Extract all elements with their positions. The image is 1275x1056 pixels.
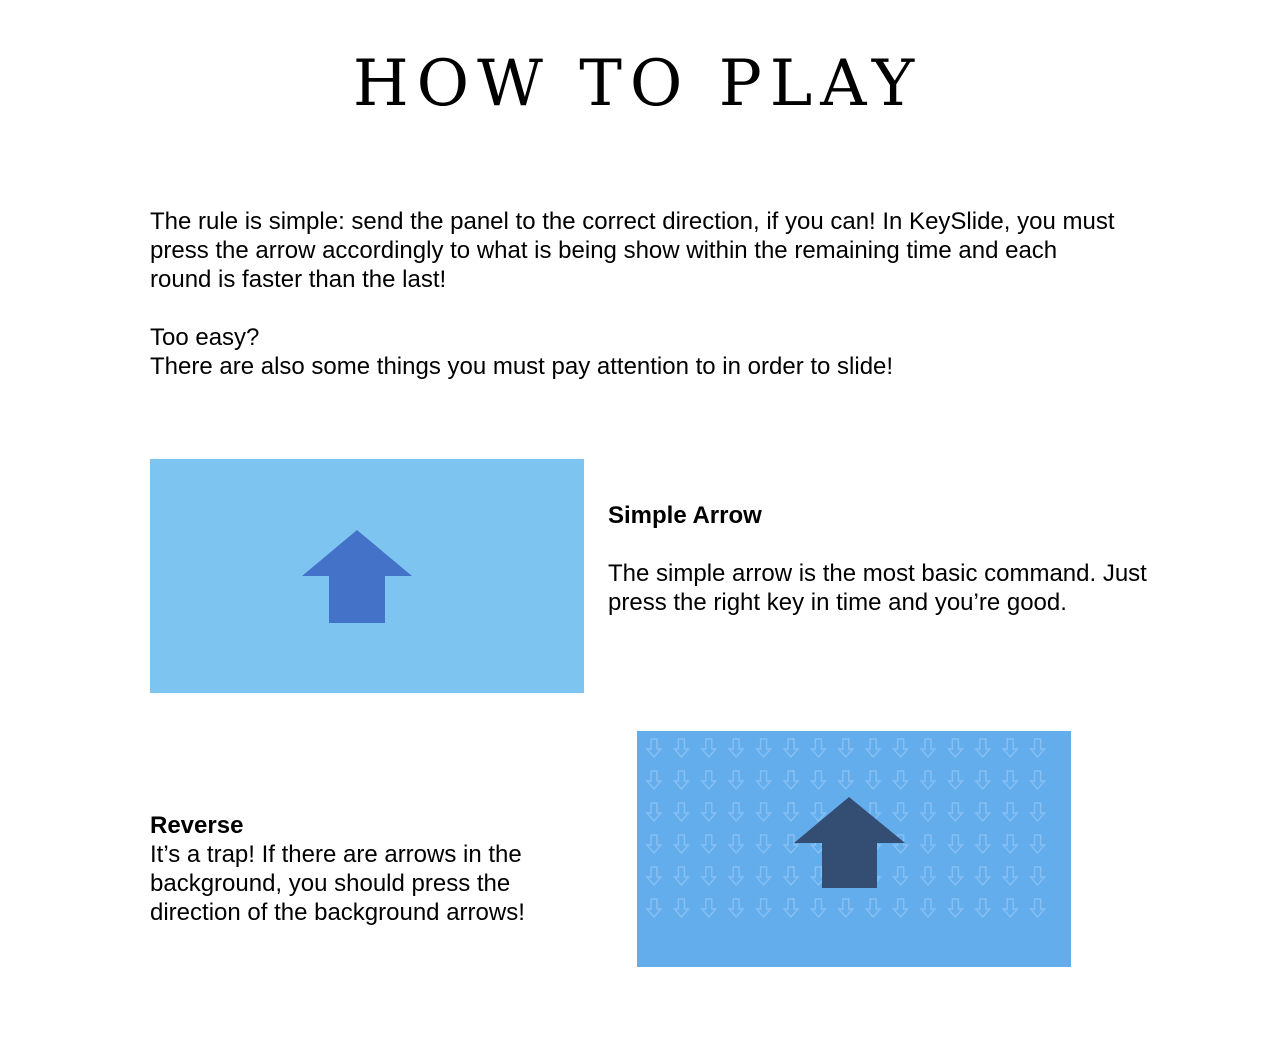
reverse-illustration: [645, 738, 1047, 919]
arrow-down-outline-icon: [672, 802, 690, 823]
arrow-down-outline-icon: [727, 802, 745, 823]
arrow-down-outline-icon: [919, 802, 937, 823]
arrow-down-outline-icon: [727, 834, 745, 855]
arrow-down-outline-icon: [837, 898, 855, 919]
arrow-down-outline-icon: [974, 898, 992, 919]
arrow-down-outline-icon: [892, 738, 910, 759]
arrow-down-outline-icon: [974, 866, 992, 887]
arrow-down-outline-icon: [1029, 738, 1047, 759]
arrow-down-outline-icon: [645, 898, 663, 919]
arrow-up-icon: [794, 797, 905, 888]
arrow-down-outline-icon: [755, 738, 773, 759]
arrow-down-outline-icon: [755, 898, 773, 919]
simple-arrow-section: Simple Arrow The simple arrow is the mos…: [608, 501, 1148, 617]
arrow-down-outline-icon: [755, 802, 773, 823]
arrow-down-outline-icon: [700, 770, 718, 791]
arrow-down-outline-icon: [727, 866, 745, 887]
arrow-down-outline-icon: [946, 770, 964, 791]
intro-question: Too easy?: [150, 324, 260, 351]
arrow-down-outline-icon: [946, 834, 964, 855]
arrow-down-outline-icon: [892, 802, 910, 823]
simple-arrow-illustration: [302, 530, 412, 623]
reverse-section: Reverse It’s a trap! If there are arrows…: [150, 811, 570, 927]
arrow-down-outline-icon: [700, 738, 718, 759]
reverse-heading: Reverse: [150, 812, 244, 839]
arrow-down-outline-icon: [1001, 738, 1019, 759]
reverse-description: It’s a trap! If there are arrows in the …: [150, 841, 525, 926]
arrow-down-outline-icon: [974, 802, 992, 823]
arrow-down-outline-icon: [1029, 866, 1047, 887]
arrow-down-outline-icon: [727, 738, 745, 759]
arrow-down-outline-icon: [645, 834, 663, 855]
arrow-down-outline-icon: [892, 770, 910, 791]
arrow-down-outline-icon: [645, 802, 663, 823]
arrow-down-outline-icon: [672, 738, 690, 759]
arrow-down-outline-icon: [782, 834, 800, 855]
arrow-down-outline-icon: [727, 770, 745, 791]
arrow-down-outline-icon: [645, 866, 663, 887]
arrow-down-outline-icon: [946, 898, 964, 919]
arrow-down-outline-icon: [946, 738, 964, 759]
arrow-down-outline-icon: [1029, 834, 1047, 855]
arrow-down-outline-icon: [645, 738, 663, 759]
arrow-down-outline-icon: [782, 898, 800, 919]
arrow-down-outline-icon: [919, 866, 937, 887]
arrow-down-outline-icon: [700, 802, 718, 823]
arrow-down-outline-icon: [755, 834, 773, 855]
arrow-down-outline-icon: [672, 866, 690, 887]
intro-paragraph: The rule is simple: send the panel to th…: [150, 208, 1115, 293]
intro-text: The rule is simple: send the panel to th…: [150, 207, 1125, 381]
arrow-down-outline-icon: [974, 834, 992, 855]
arrow-down-outline-icon: [782, 866, 800, 887]
arrow-down-outline-icon: [864, 770, 882, 791]
arrow-down-outline-icon: [755, 866, 773, 887]
arrow-down-outline-icon: [919, 898, 937, 919]
arrow-down-outline-icon: [1001, 770, 1019, 791]
arrow-down-outline-icon: [892, 898, 910, 919]
arrow-down-outline-icon: [892, 866, 910, 887]
arrow-down-outline-icon: [700, 898, 718, 919]
reverse-panel: [637, 731, 1071, 967]
arrow-down-outline-icon: [782, 802, 800, 823]
arrow-down-outline-icon: [672, 898, 690, 919]
arrow-down-outline-icon: [864, 738, 882, 759]
arrow-down-outline-icon: [1001, 866, 1019, 887]
simple-arrow-heading: Simple Arrow: [608, 502, 762, 529]
simple-arrow-panel: [150, 459, 584, 693]
arrow-down-outline-icon: [1001, 898, 1019, 919]
arrow-down-outline-icon: [974, 770, 992, 791]
page-title: HOW TO PLAY: [352, 47, 923, 121]
arrow-down-outline-icon: [809, 898, 827, 919]
arrow-down-outline-icon: [809, 770, 827, 791]
arrow-down-outline-icon: [919, 834, 937, 855]
arrow-down-outline-icon: [837, 738, 855, 759]
arrow-down-outline-icon: [946, 866, 964, 887]
arrow-down-outline-icon: [672, 770, 690, 791]
arrow-up-icon: [302, 530, 412, 623]
arrow-down-outline-icon: [974, 738, 992, 759]
arrow-down-outline-icon: [700, 866, 718, 887]
arrow-down-outline-icon: [809, 802, 827, 823]
arrow-down-outline-icon: [755, 770, 773, 791]
arrow-down-outline-icon: [837, 770, 855, 791]
intro-note: There are also some things you must pay …: [150, 353, 894, 380]
arrow-down-outline-icon: [700, 834, 718, 855]
arrow-down-outline-icon: [1001, 834, 1019, 855]
arrow-down-outline-icon: [1029, 802, 1047, 823]
arrow-down-outline-icon: [919, 738, 937, 759]
arrow-down-outline-icon: [782, 770, 800, 791]
arrow-down-outline-icon: [727, 898, 745, 919]
arrow-down-outline-icon: [782, 738, 800, 759]
arrow-down-outline-icon: [1029, 770, 1047, 791]
arrow-down-outline-icon: [946, 802, 964, 823]
arrow-down-outline-icon: [864, 898, 882, 919]
arrow-down-outline-icon: [1001, 802, 1019, 823]
simple-arrow-description: The simple arrow is the most basic comma…: [608, 560, 1147, 616]
arrow-down-outline-icon: [672, 834, 690, 855]
arrow-down-outline-icon: [919, 770, 937, 791]
arrow-down-outline-icon: [809, 738, 827, 759]
arrow-down-outline-icon: [1029, 898, 1047, 919]
arrow-down-outline-icon: [645, 770, 663, 791]
